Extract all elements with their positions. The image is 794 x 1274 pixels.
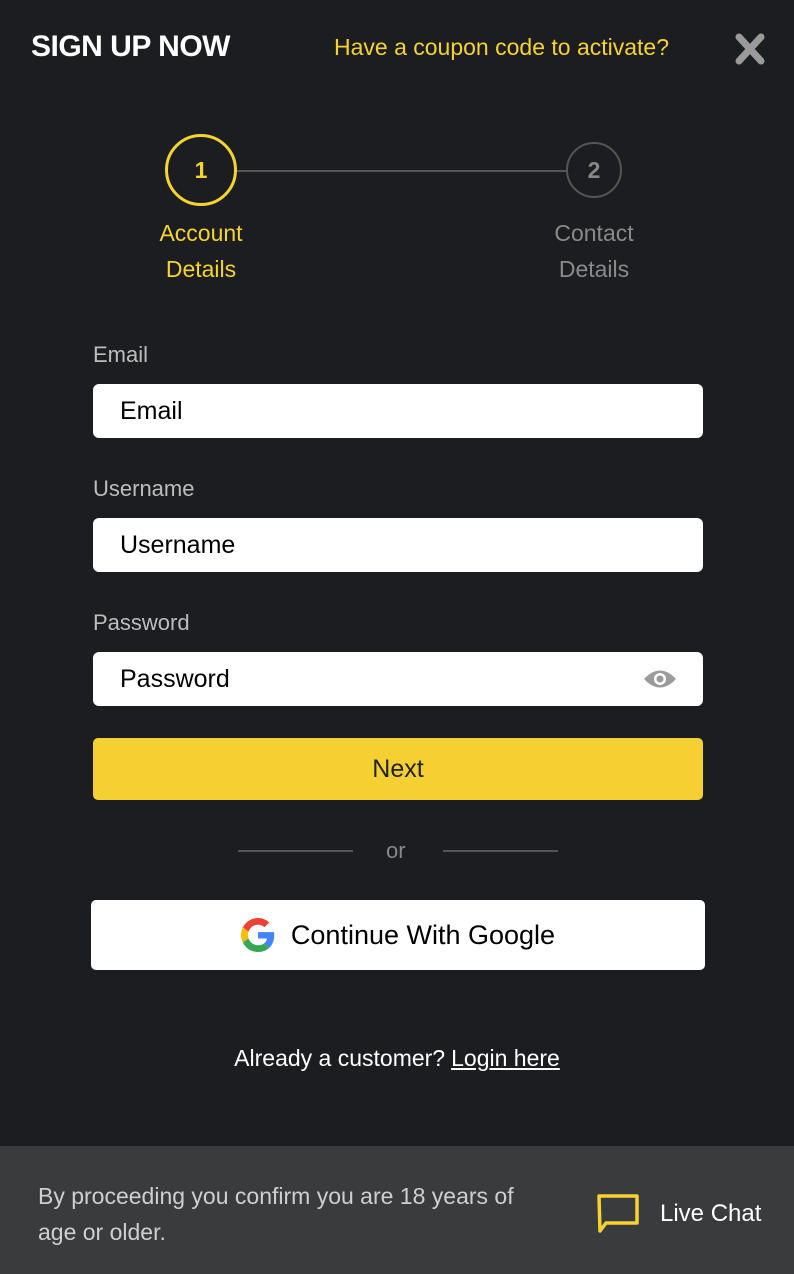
password-placeholder: Password bbox=[120, 664, 230, 693]
eye-icon[interactable] bbox=[643, 668, 677, 690]
chat-bubble-icon bbox=[597, 1194, 639, 1233]
step-1-label-line1: Account bbox=[159, 220, 243, 246]
next-button[interactable]: Next bbox=[93, 738, 703, 800]
username-label: Username bbox=[93, 476, 195, 501]
footer-bar: By proceeding you confirm you are 18 yea… bbox=[0, 1146, 794, 1274]
step-1-indicator: 1 bbox=[165, 134, 237, 206]
live-chat-label: Live Chat bbox=[660, 1200, 762, 1227]
google-icon bbox=[240, 918, 275, 952]
age-disclaimer: By proceeding you confirm you are 18 yea… bbox=[38, 1183, 514, 1245]
email-input[interactable]: Email bbox=[93, 384, 703, 438]
step-2-label: Contact Details bbox=[514, 215, 674, 287]
google-signin-button[interactable]: Continue With Google bbox=[91, 900, 705, 970]
google-button-label: Continue With Google bbox=[290, 919, 556, 950]
page-title: SIGN UP NOW bbox=[31, 30, 230, 63]
or-separator: or bbox=[386, 838, 406, 863]
password-label: Password bbox=[93, 610, 190, 635]
coupon-link[interactable]: Have a coupon code to activate? bbox=[334, 34, 669, 61]
divider-left bbox=[238, 850, 353, 852]
close-button[interactable] bbox=[734, 32, 766, 66]
live-chat-button[interactable]: Live Chat bbox=[596, 1193, 761, 1235]
close-icon bbox=[735, 33, 765, 65]
step-2-label-line1: Contact bbox=[554, 220, 634, 246]
login-link[interactable]: Login here bbox=[451, 1045, 560, 1071]
username-input[interactable]: Username bbox=[93, 518, 703, 572]
step-2-label-line2: Details bbox=[558, 256, 630, 282]
email-label: Email bbox=[93, 342, 149, 367]
step-1-label: Account Details bbox=[121, 215, 281, 287]
step-2-indicator: 2 bbox=[566, 142, 622, 198]
divider-right bbox=[443, 850, 558, 852]
password-input[interactable]: Password bbox=[93, 652, 703, 706]
stepper-line bbox=[237, 170, 567, 172]
login-prompt: Already a customer? Login here bbox=[0, 1045, 794, 1072]
login-prompt-text: Already a customer? bbox=[234, 1045, 446, 1071]
step-1-label-line2: Details bbox=[165, 256, 237, 282]
